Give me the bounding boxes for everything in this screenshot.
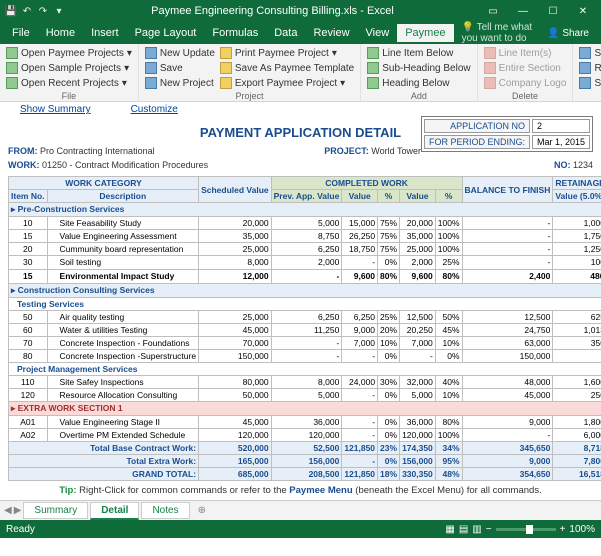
zoom-in-icon[interactable]: + [560, 524, 566, 535]
ribbon: Open Paymee Projects ▾ Open Sample Proje… [0, 44, 601, 102]
zoom-out-icon[interactable]: − [486, 524, 492, 535]
sheet-notes[interactable]: Notes [141, 502, 189, 519]
add-heading[interactable]: Heading Below [365, 76, 472, 90]
close-icon[interactable]: ✕ [569, 6, 597, 17]
table-row[interactable]: 10Site Feasability Study20,0005,00015,00… [9, 217, 601, 230]
tab-paymee[interactable]: Paymee [397, 24, 453, 42]
zoom-level[interactable]: 100% [569, 524, 595, 535]
zoom-slider[interactable] [496, 528, 556, 531]
sheet-summary[interactable]: Summary [23, 502, 88, 519]
tab-insert[interactable]: Insert [83, 24, 127, 42]
save-button[interactable]: Save [143, 61, 217, 75]
table-row[interactable]: 60Water & utilities Testing45,00011,2509… [9, 324, 601, 337]
redo-icon[interactable]: ↷ [36, 4, 50, 18]
add-sheet-icon[interactable]: ⊕ [192, 505, 212, 516]
share-button[interactable]: 👤 Share [539, 25, 597, 42]
del-line-items[interactable]: Line Item(s) [482, 46, 569, 60]
tab-view[interactable]: View [358, 24, 398, 42]
section-header[interactable]: ▸ Pre-Construction Services [9, 203, 601, 217]
table-row[interactable]: 15Value Engineering Assessment35,0008,75… [9, 230, 601, 243]
show-summary-link[interactable]: Show Summary [20, 104, 91, 115]
group-file-label: File [4, 90, 134, 101]
view-normal-icon[interactable]: ▦ [445, 524, 454, 535]
setup-options[interactable]: Setup and Options [577, 46, 601, 60]
tab-home[interactable]: Home [38, 24, 83, 42]
new-project[interactable]: New Project [143, 76, 217, 90]
status-ready: Ready [6, 524, 35, 535]
table-row[interactable]: A02Overtime PM Extended Schedule120,0001… [9, 429, 601, 442]
open-paymee-projects[interactable]: Open Paymee Projects ▾ [4, 46, 134, 60]
table-row[interactable]: A01Value Engineering Stage II45,00036,00… [9, 416, 601, 429]
add-subheading[interactable]: Sub-Heading Below [365, 61, 472, 75]
table-row[interactable]: 110Site Safey Inspections80,0008,00024,0… [9, 376, 601, 389]
maximize-icon[interactable]: ☐ [539, 6, 567, 17]
tip-text: Tip: Right-Click for common commands or … [8, 481, 593, 500]
section-header[interactable]: ▸ Construction Consulting Services [9, 283, 601, 298]
del-section[interactable]: Entire Section [482, 61, 569, 75]
qat-more-icon[interactable]: ▾ [52, 4, 66, 18]
tab-formulas[interactable]: Formulas [204, 24, 266, 42]
group-project-label: Project [143, 90, 356, 101]
ribbon-tabs: File Home Insert Page Layout Formulas Da… [0, 22, 601, 44]
table-row[interactable]: 120Resource Allocation Consulting50,0005… [9, 389, 601, 402]
tell-me[interactable]: 💡 Tell me what you want to do [454, 22, 540, 44]
total-row: Total Base Contract Work:520,00052,50012… [9, 442, 601, 455]
view-break-icon[interactable]: ▥ [472, 524, 481, 535]
table-row[interactable]: 50Air quality testing25,0006,2506,25025%… [9, 311, 601, 324]
linkbar: Show Summary Customize [0, 102, 601, 117]
group-add-label: Add [365, 90, 472, 101]
table-row[interactable]: 70Concrete Inspection - Foundations70,00… [9, 337, 601, 350]
payment-grid[interactable]: WORK CATEGORYScheduled Value COMPLETED W… [8, 176, 601, 481]
total-row: GRAND TOTAL:685,000208,500121,85018%330,… [9, 468, 601, 481]
undo-icon[interactable]: ↶ [20, 4, 34, 18]
sheet-prev-icon[interactable]: ◀ [4, 505, 12, 516]
open-recent-projects[interactable]: Open Recent Projects ▾ [4, 76, 134, 90]
tab-data[interactable]: Data [266, 24, 305, 42]
sheet-tabs: ◀▶ Summary Detail Notes ⊕ [0, 500, 601, 520]
titlebar: 💾 ↶ ↷ ▾ Paymee Engineering Consulting Bi… [0, 0, 601, 22]
document-area: PAYMENT APPLICATION DETAIL APPLICATION N… [0, 117, 601, 500]
window-title: Paymee Engineering Consulting Billing.xl… [66, 5, 479, 17]
save-as-template[interactable]: Save As Paymee Template [218, 61, 356, 75]
retainage-settings[interactable]: Retainage Settings [577, 61, 601, 75]
table-row[interactable]: 20Cummunity board representation25,0006,… [9, 243, 601, 256]
sheet-next-icon[interactable]: ▶ [14, 505, 22, 516]
export-project[interactable]: Export Paymee Project ▾ [218, 76, 356, 90]
show-summary-chart[interactable]: Show Summary Chart [577, 76, 601, 90]
sheet-detail[interactable]: Detail [90, 502, 139, 520]
save-icon[interactable]: 💾 [4, 4, 18, 18]
quick-access-toolbar: 💾 ↶ ↷ ▾ [4, 4, 66, 18]
customize-link[interactable]: Customize [131, 104, 178, 115]
ribbon-options-icon[interactable]: ▭ [479, 6, 507, 17]
del-logo[interactable]: Company Logo [482, 76, 569, 90]
section-header[interactable]: ▸ EXTRA WORK SECTION 1 [9, 402, 601, 416]
minimize-icon[interactable]: — [509, 6, 537, 17]
table-row[interactable]: 80Concrete Inspection -Superstructure150… [9, 350, 601, 363]
add-line-item[interactable]: Line Item Below [365, 46, 472, 60]
view-page-icon[interactable]: ▤ [459, 524, 468, 535]
table-row[interactable]: 30Soil testing8,0002,000-0%2,00025%-100S… [9, 256, 601, 270]
tab-file[interactable]: File [4, 24, 38, 42]
group-settings-label: Settings [577, 90, 601, 101]
application-box: APPLICATION NO2 FOR PERIOD ENDING:Mar 1,… [421, 116, 593, 152]
tab-review[interactable]: Review [305, 24, 357, 42]
statusbar: Ready ▦ ▤ ▥ − + 100% [0, 520, 601, 538]
new-update[interactable]: New Update [143, 46, 217, 60]
print-paymee[interactable]: Print Paymee Project ▾ [218, 46, 356, 60]
table-row[interactable]: 15Environmental Impact Study12,000-9,600… [9, 269, 601, 283]
open-sample-projects[interactable]: Open Sample Projects ▾ [4, 61, 134, 75]
group-delete-label: Delete [482, 90, 569, 101]
tab-pagelayout[interactable]: Page Layout [127, 24, 205, 42]
total-row: Total Extra Work:165,000156,000-0%156,00… [9, 455, 601, 468]
